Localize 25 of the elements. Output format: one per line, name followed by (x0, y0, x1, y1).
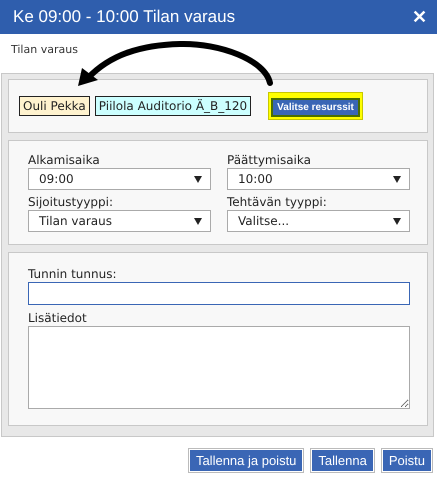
field-label: Alkamisaika (28, 153, 101, 168)
field-label: Päättymisaika (227, 153, 312, 168)
field-label: Lisätiedot (28, 311, 88, 326)
close-button[interactable]: ✕ (412, 6, 427, 28)
footer-button[interactable]: Tallenna (311, 449, 374, 472)
resource-tag: Piilola Auditorio Ä_B_120 (94, 96, 252, 116)
dropdown[interactable]: Tilan varaus (28, 210, 211, 232)
caret-icon (194, 176, 202, 182)
caret-icon (393, 218, 401, 224)
caret-icon (393, 176, 401, 182)
input-field[interactable] (28, 282, 410, 305)
dropdown[interactable]: 09:00 (28, 168, 211, 190)
caret-icon (194, 218, 202, 224)
field-label: Tunnin tunnus: (28, 267, 118, 282)
field-label: Tehtävän tyyppi: (227, 195, 328, 210)
subtitle: Tilan varaus (11, 43, 78, 56)
dropdown[interactable]: 10:00 (227, 168, 410, 190)
footer-button[interactable]: Poistu (382, 449, 432, 472)
field-label: Sijoitustyyppi: (28, 195, 114, 210)
resource-tag: Ouli Pekka (19, 96, 90, 116)
window-title: Ke 09:00 - 10:00 Tilan varaus (13, 7, 236, 27)
select-resources-button[interactable]: Valitse resurssit (271, 98, 360, 117)
footer-button[interactable]: Tallenna ja poistu (188, 449, 304, 472)
notes-field[interactable] (28, 326, 410, 409)
dropdown[interactable]: Valitse... (227, 210, 410, 232)
